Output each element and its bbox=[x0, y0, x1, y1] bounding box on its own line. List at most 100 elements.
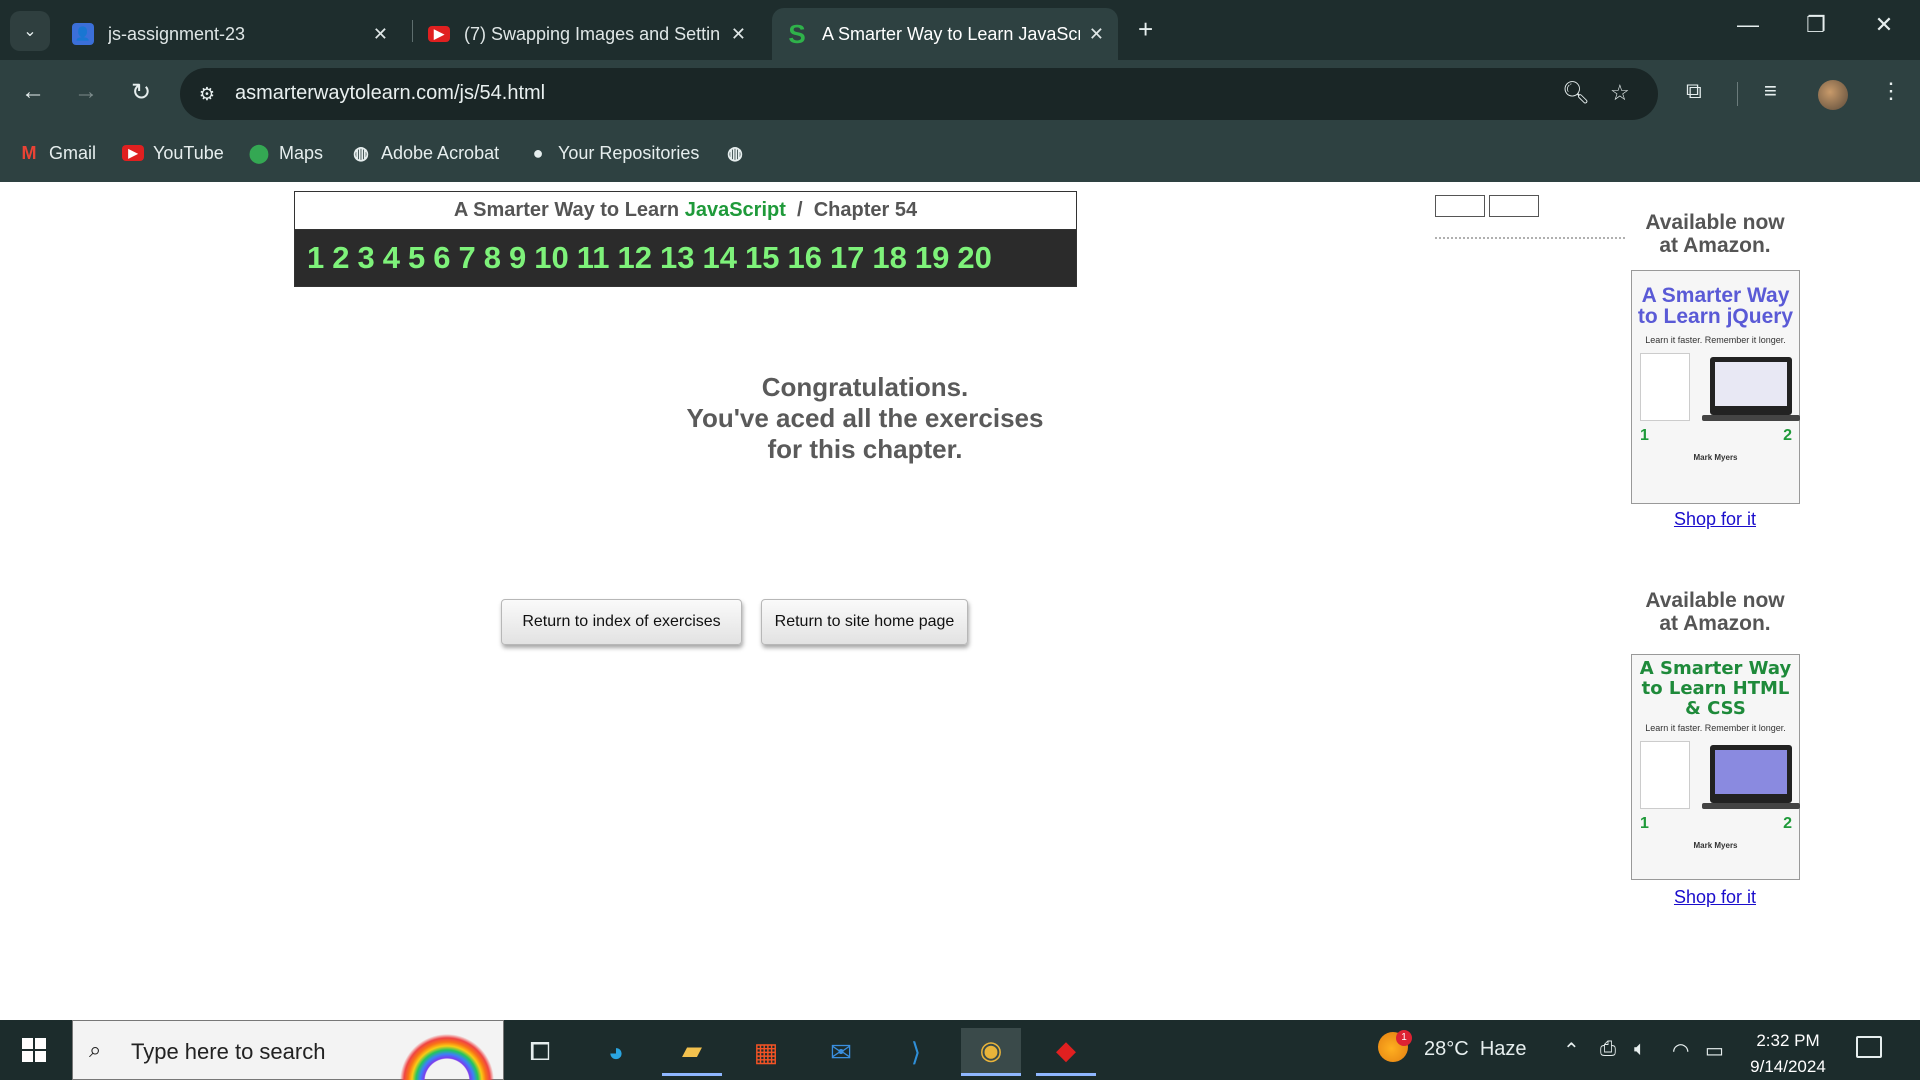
exercise-link[interactable]: 18 bbox=[872, 240, 906, 276]
bookmark-star-icon[interactable]: ☆ bbox=[1610, 80, 1630, 106]
shop-link[interactable]: Shop for it bbox=[1614, 887, 1816, 908]
reload-icon: ↻ bbox=[130, 79, 152, 106]
restore-button[interactable]: ❐ bbox=[1796, 12, 1836, 38]
media-control-icon[interactable]: ≡ bbox=[1764, 78, 1777, 104]
return-to-index-button[interactable]: Return to index of exercises bbox=[501, 599, 742, 645]
available-now-heading: Available now at Amazon. bbox=[1614, 211, 1816, 257]
weather-text[interactable]: 28°C Haze bbox=[1424, 1038, 1527, 1061]
youtube-icon: ▶ bbox=[122, 145, 144, 161]
exercise-link[interactable]: 7 bbox=[459, 240, 476, 276]
exercise-link[interactable]: 11 bbox=[577, 240, 610, 276]
tab-smarter-way[interactable]: S A Smarter Way to Learn JavaScr ✕ bbox=[772, 8, 1118, 60]
bookmark-label: Maps bbox=[279, 142, 324, 163]
task-view-icon[interactable]: ⧠ bbox=[510, 1028, 570, 1076]
gmail-icon: M bbox=[21, 142, 37, 163]
tab-divider bbox=[412, 20, 413, 42]
battery-icon[interactable]: ▭ bbox=[1705, 1038, 1724, 1063]
close-icon[interactable]: ✕ bbox=[1089, 24, 1104, 45]
bookmark-gmail[interactable]: M Gmail bbox=[18, 140, 97, 166]
bookmark-label: Your Repositories bbox=[558, 142, 700, 163]
return-to-home-button[interactable]: Return to site home page bbox=[761, 599, 968, 645]
toolbar-divider bbox=[1737, 82, 1738, 106]
bookmark-label: Adobe Acrobat bbox=[381, 142, 500, 163]
exercise-link[interactable]: 6 bbox=[433, 240, 450, 276]
back-button[interactable]: ← bbox=[17, 78, 49, 106]
exercise-link[interactable]: 2 bbox=[332, 240, 349, 276]
book-author: Mark Myers bbox=[1693, 453, 1738, 462]
available-line: at Amazon. bbox=[1659, 612, 1771, 635]
small-input-box[interactable] bbox=[1435, 195, 1485, 217]
exercise-link[interactable]: 17 bbox=[830, 240, 864, 276]
file-explorer-icon[interactable]: ▰ bbox=[662, 1028, 722, 1076]
site-title: A Smarter Way to Learn bbox=[453, 199, 680, 221]
arrow-right-icon: → bbox=[74, 78, 98, 105]
exercise-link[interactable]: 19 bbox=[915, 240, 949, 276]
acrobat-icon[interactable]: ◆ bbox=[1036, 1028, 1096, 1076]
bookmark-your-repositories[interactable]: ● Your Repositories bbox=[527, 140, 700, 166]
edge-icon[interactable]: ◕ bbox=[586, 1028, 646, 1076]
site-info-icon[interactable]: ⚙ bbox=[194, 81, 220, 107]
url-text[interactable]: asmarterwaytolearn.com/js/54.html bbox=[235, 82, 545, 105]
profile-avatar[interactable] bbox=[1818, 80, 1848, 110]
new-tab-button[interactable]: + bbox=[1138, 14, 1153, 45]
book-tagline: Learn it faster. Remember it longer. bbox=[1645, 335, 1786, 345]
menu-icon[interactable]: ⋮ bbox=[1880, 78, 1902, 104]
s-logo-icon: S bbox=[788, 18, 806, 49]
window-close-button[interactable]: ✕ bbox=[1864, 12, 1904, 38]
tab-youtube-video[interactable]: ▶ (7) Swapping Images and Settin ✕ bbox=[414, 8, 760, 60]
close-icon[interactable]: ✕ bbox=[373, 24, 388, 45]
exercise-link[interactable]: 20 bbox=[957, 240, 991, 276]
start-button[interactable] bbox=[22, 1038, 46, 1062]
header-separator: / bbox=[797, 199, 803, 221]
close-icon[interactable]: ✕ bbox=[731, 24, 746, 45]
bookmark-adobe-acrobat[interactable]: ◍ Adobe Acrobat bbox=[350, 140, 499, 166]
small-input-box[interactable] bbox=[1489, 195, 1539, 217]
volume-icon[interactable]: 🔈︎ bbox=[1634, 1038, 1646, 1061]
exercise-link[interactable]: 13 bbox=[660, 240, 694, 276]
bookmark-globe[interactable]: ◍ bbox=[724, 140, 755, 166]
exercise-link[interactable]: 3 bbox=[358, 240, 375, 276]
wifi-icon[interactable]: ◠ bbox=[1672, 1038, 1689, 1063]
meet-now-icon[interactable]: ⎙ bbox=[1600, 1038, 1616, 1061]
exercise-link[interactable]: 9 bbox=[509, 240, 526, 276]
address-bar[interactable]: ⚙ asmarterwaytolearn.com/js/54.html 🔍︎ ☆ bbox=[180, 68, 1658, 120]
tab-js-assignment[interactable]: 👤 js-assignment-23 ✕ bbox=[58, 8, 402, 60]
exercise-link[interactable]: 1 bbox=[307, 240, 324, 276]
exercise-link[interactable]: 5 bbox=[408, 240, 425, 276]
zoom-icon[interactable]: 🔍︎ bbox=[1562, 80, 1590, 106]
minimize-button[interactable]: — bbox=[1728, 12, 1768, 38]
exercise-link[interactable]: 15 bbox=[745, 240, 779, 276]
exercise-link[interactable]: 14 bbox=[702, 240, 736, 276]
bookmark-maps[interactable]: ⬤ Maps bbox=[248, 140, 323, 166]
available-now-heading: Available now at Amazon. bbox=[1614, 589, 1816, 635]
reload-button[interactable]: ↻ bbox=[125, 78, 157, 107]
exercise-link[interactable]: 10 bbox=[534, 240, 568, 276]
jquery-book-cover[interactable]: A Smarter Way to Learn jQuery Learn it f… bbox=[1631, 270, 1800, 504]
exercise-link[interactable]: 4 bbox=[383, 240, 400, 276]
forward-button[interactable]: → bbox=[70, 78, 102, 106]
mail-icon[interactable]: ✉ bbox=[811, 1028, 871, 1076]
bookmark-label: YouTube bbox=[153, 142, 224, 163]
chrome-icon[interactable]: ◉ bbox=[961, 1028, 1021, 1076]
system-clock[interactable]: 2:32 PM 9/14/2024 bbox=[1728, 1028, 1848, 1080]
exercise-link[interactable]: 8 bbox=[484, 240, 501, 276]
congratulations-message: Congratulations. You've aced all the exe… bbox=[580, 372, 1150, 465]
chapter-header: A Smarter Way to Learn JavaScript / Chap… bbox=[295, 192, 1076, 230]
chevron-down-icon: ⌄ bbox=[23, 23, 37, 40]
taskbar-search[interactable]: ⌕ Type here to search bbox=[72, 1020, 504, 1080]
store-icon[interactable]: ▦ bbox=[736, 1028, 796, 1076]
globe-icon: ◍ bbox=[727, 142, 743, 163]
exercise-link[interactable]: 12 bbox=[618, 240, 652, 276]
classroom-icon: 👤 bbox=[72, 23, 94, 45]
bookmark-youtube[interactable]: ▶ YouTube bbox=[122, 140, 224, 166]
shop-link[interactable]: Shop for it bbox=[1614, 509, 1816, 530]
extensions-icon[interactable]: ⧉ bbox=[1686, 78, 1702, 104]
dotted-divider bbox=[1435, 237, 1625, 239]
exercise-link[interactable]: 16 bbox=[787, 240, 821, 276]
youtube-icon: ▶ bbox=[428, 26, 450, 42]
tab-search-button[interactable]: ⌄ bbox=[10, 11, 50, 51]
chevron-up-icon[interactable]: ⌃ bbox=[1563, 1038, 1580, 1063]
html-css-book-cover[interactable]: A Smarter Way to Learn HTML & CSS Learn … bbox=[1631, 654, 1800, 880]
vscode-icon[interactable]: ⟩ bbox=[886, 1028, 946, 1076]
notifications-icon[interactable] bbox=[1856, 1036, 1882, 1058]
